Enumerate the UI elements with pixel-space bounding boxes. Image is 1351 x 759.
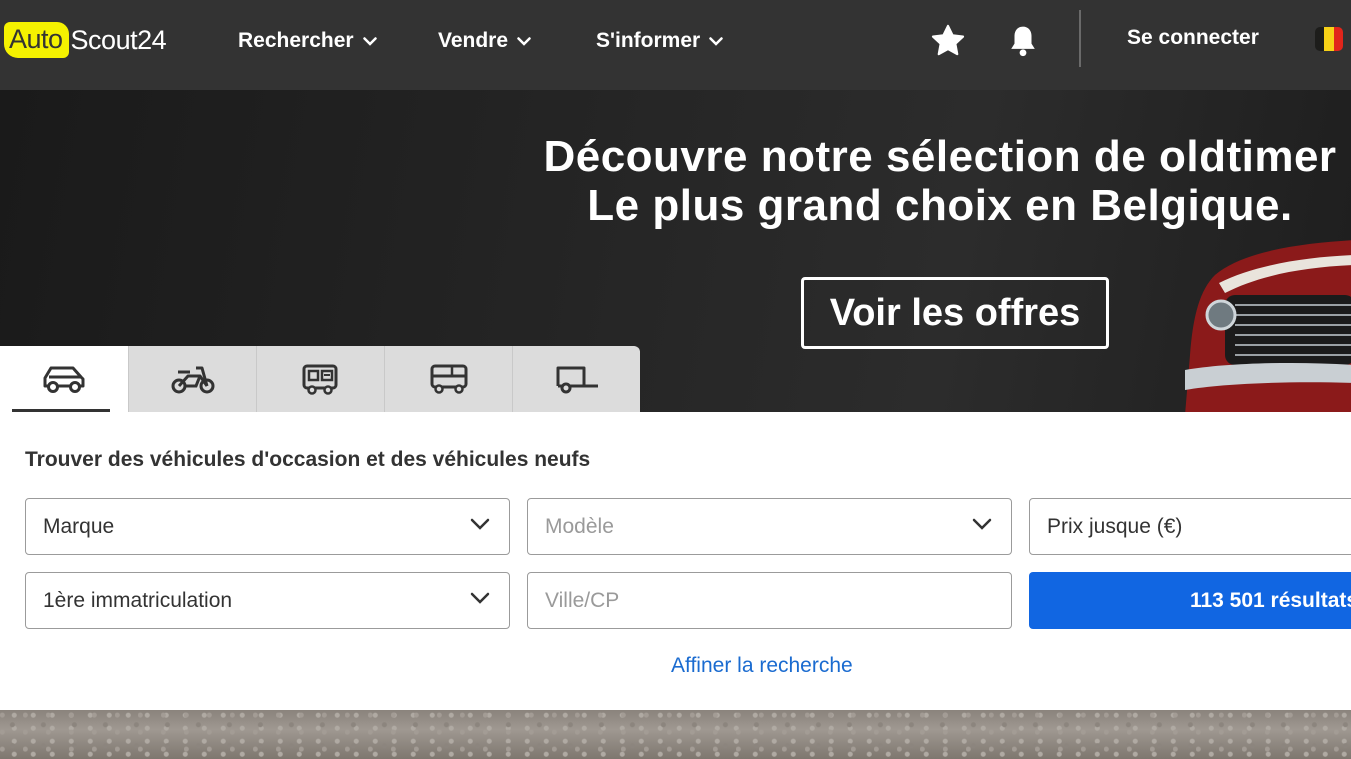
chevron-down-icon bbox=[709, 36, 723, 46]
show-results-button[interactable]: 113 501 résultats bbox=[1029, 572, 1351, 629]
nav-sinformer-label: S'informer bbox=[596, 29, 701, 52]
model-select[interactable]: Modèle bbox=[527, 498, 1012, 555]
top-navigation-bar: Auto Scout24 Rechercher Vendre S'informe… bbox=[0, 0, 1351, 90]
location-input[interactable]: Ville/CP bbox=[527, 572, 1012, 629]
make-select[interactable]: Marque bbox=[25, 498, 510, 555]
first-registration-select[interactable]: 1ère immatriculation bbox=[25, 572, 510, 629]
login-link[interactable]: Se connecter bbox=[1127, 26, 1259, 50]
belgium-flag-icon[interactable] bbox=[1315, 27, 1343, 51]
logo-scout-text: Scout24 bbox=[70, 24, 167, 55]
hero-title: Découvre notre sélection de oldtimer Le … bbox=[500, 132, 1351, 230]
bell-icon bbox=[1011, 26, 1035, 57]
tab-motorbike[interactable] bbox=[128, 346, 256, 412]
chevron-down-icon bbox=[517, 36, 531, 46]
nav-sinformer[interactable]: S'informer bbox=[596, 26, 723, 56]
tab-car[interactable] bbox=[0, 346, 128, 412]
price-select-value: Prix jusque (€) bbox=[1047, 514, 1183, 538]
chevron-down-icon bbox=[470, 592, 490, 604]
nav-vendre[interactable]: Vendre bbox=[438, 26, 531, 56]
star-icon bbox=[931, 24, 965, 56]
header-divider bbox=[1079, 10, 1081, 67]
first-registration-value: 1ère immatriculation bbox=[43, 588, 233, 612]
price-select[interactable]: Prix jusque (€) bbox=[1029, 498, 1351, 555]
tab-camper[interactable] bbox=[256, 346, 384, 412]
nav-vendre-label: Vendre bbox=[438, 29, 509, 52]
nav-rechercher-label: Rechercher bbox=[238, 29, 354, 52]
make-select-value: Marque bbox=[43, 514, 115, 538]
chevron-down-icon bbox=[362, 36, 377, 46]
tab-trailer[interactable] bbox=[512, 346, 640, 412]
nav-rechercher[interactable]: Rechercher bbox=[238, 26, 377, 56]
model-select-placeholder: Modèle bbox=[545, 514, 614, 538]
truck-icon bbox=[430, 364, 467, 394]
notifications-button[interactable] bbox=[1003, 21, 1043, 61]
location-input-placeholder: Ville/CP bbox=[545, 588, 620, 612]
see-offers-button[interactable]: Voir les offres bbox=[801, 277, 1109, 349]
logo-auto-text: Auto bbox=[4, 22, 69, 58]
autoscout24-logo[interactable]: Auto Scout24 bbox=[4, 20, 167, 60]
hero-title-line2: Le plus grand choix en Belgique. bbox=[587, 181, 1293, 230]
refine-search-link[interactable]: Affiner la recherche bbox=[671, 654, 853, 678]
classic-car-image bbox=[1185, 240, 1351, 412]
car-icon bbox=[43, 366, 85, 393]
search-panel: Trouver des véhicules d'occasion et des … bbox=[0, 412, 1351, 710]
hero-title-line1: Découvre notre sélection de oldtimer bbox=[543, 132, 1337, 181]
favorites-button[interactable] bbox=[928, 21, 968, 61]
vehicle-type-tabs bbox=[0, 346, 640, 412]
search-title: Trouver des véhicules d'occasion et des … bbox=[25, 448, 591, 471]
camper-icon bbox=[302, 364, 337, 395]
chevron-down-icon bbox=[972, 518, 992, 530]
chevron-down-icon bbox=[470, 518, 490, 530]
trailer-icon bbox=[556, 366, 598, 394]
tab-truck[interactable] bbox=[384, 346, 512, 412]
background-texture bbox=[0, 710, 1351, 759]
results-count-label: 113 501 résultats bbox=[1189, 588, 1351, 612]
motorbike-icon bbox=[171, 366, 214, 394]
